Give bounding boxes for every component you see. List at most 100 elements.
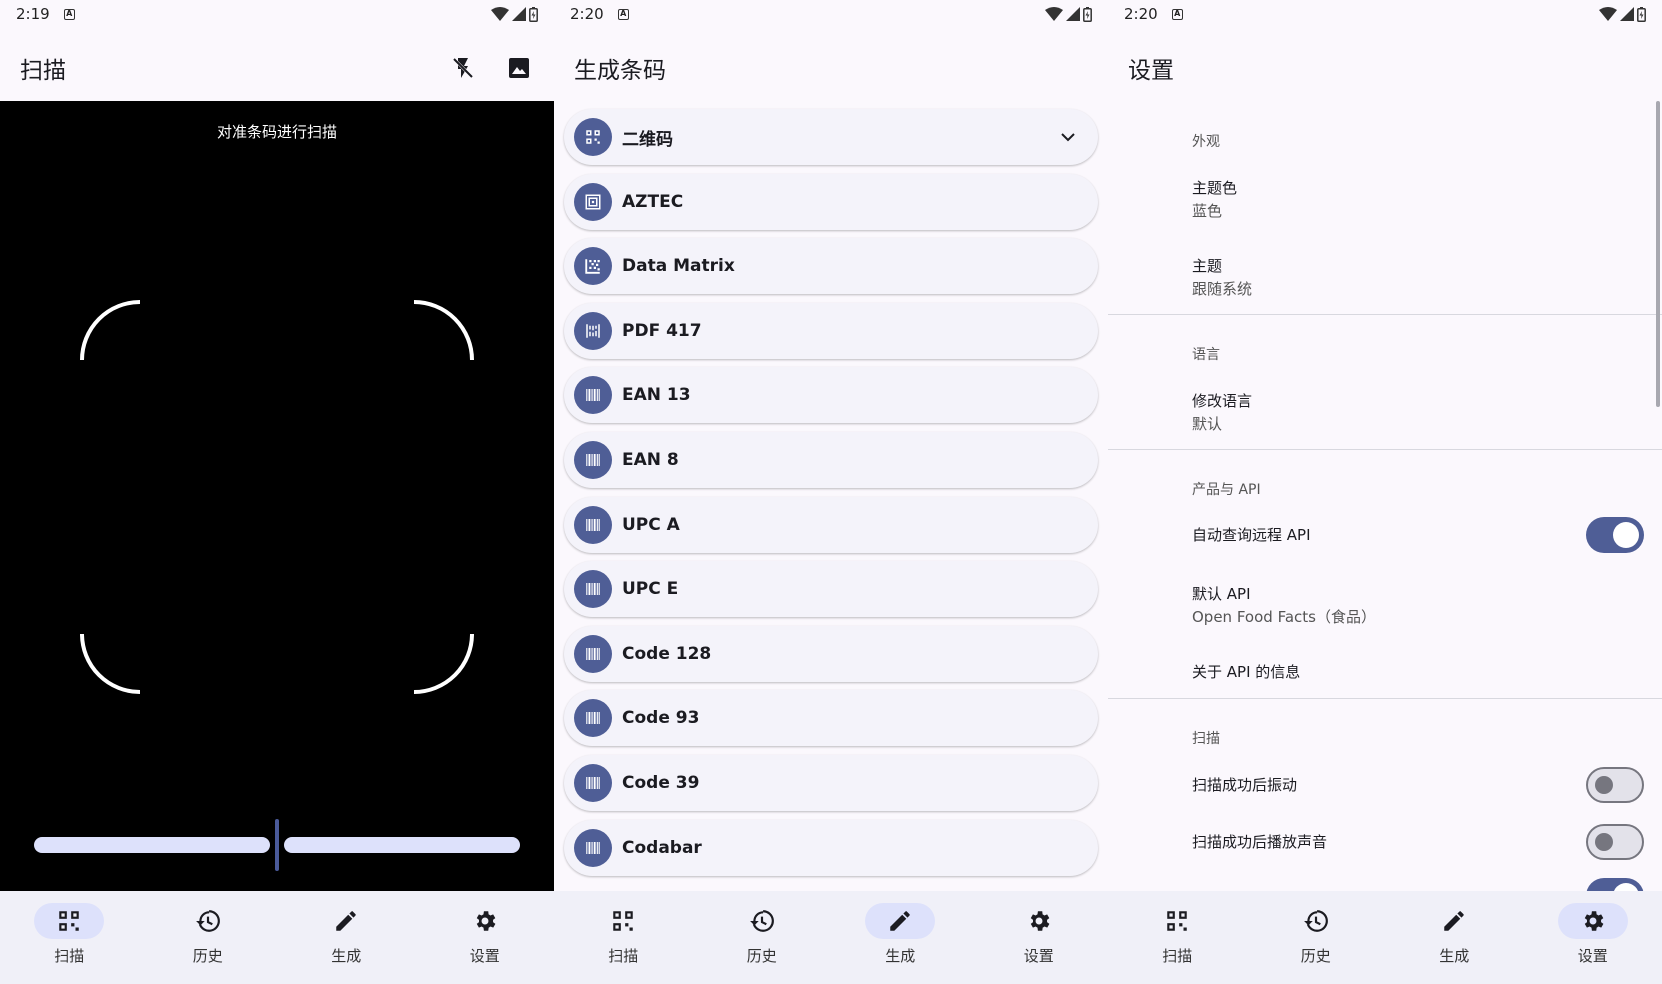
setting-vibrate[interactable]: 扫描成功后振动 [1108,757,1662,813]
notification-icon: A [617,8,629,20]
format-item-code39[interactable]: Code 39 [564,754,1098,811]
sound-switch[interactable] [1586,824,1644,860]
app-bar: 生成条码 [554,36,1108,100]
barcode-icon [586,518,600,531]
wifi-icon [1045,7,1063,21]
section-header-language: 语言 [1192,347,1220,363]
auto-query-api-switch[interactable] [1586,517,1644,553]
nav-generate[interactable]: 生成 [277,891,416,984]
bottom-nav: 扫描 历史 生成 设置 [1108,891,1662,984]
nav-settings[interactable]: 设置 [970,891,1109,984]
nav-indicator [1004,903,1074,939]
scan-frame [80,300,474,694]
nav-generate[interactable]: 生成 [1385,891,1524,984]
setting-auto-query-api[interactable]: 自动查询远程 API [1108,507,1662,563]
barcode-icon [586,776,600,789]
flash-toggle-button[interactable] [448,53,478,83]
nav-label: 历史 [746,947,777,965]
format-badge [574,699,612,738]
app-bar: 设置 [1108,36,1662,100]
nav-scan[interactable]: 扫描 [1108,891,1247,984]
nav-history[interactable]: 历史 [139,891,278,984]
nav-indicator [588,903,658,939]
nav-history[interactable]: 历史 [693,891,832,984]
section-header-api: 产品与 API [1192,482,1261,498]
setting-value: 蓝色 [1192,202,1223,220]
nav-label: 设置 [1023,947,1054,965]
setting-about-api[interactable]: 关于 API 的信息 [1108,661,1662,683]
camera-preview[interactable]: 对准条码进行扫描 [0,101,554,891]
nav-scan[interactable]: 扫描 [554,891,693,984]
nav-generate[interactable]: 生成 [831,891,970,984]
format-label: PDF 417 [622,320,702,341]
history-icon [195,910,220,932]
format-item-qr[interactable]: 二维码 [564,109,1098,165]
format-item-pdf417[interactable]: PDF 417 [564,302,1098,359]
nav-history[interactable]: 历史 [1247,891,1386,984]
setting-theme[interactable]: 主题 跟随系统 [1108,255,1662,299]
nav-label: 历史 [192,947,223,965]
setting-sound[interactable]: 扫描成功后播放声音 [1108,814,1662,870]
page-title: 生成条码 [574,58,666,84]
format-label: UPC E [622,579,679,600]
chevron-down-icon [1061,133,1075,142]
zoom-thumb[interactable] [275,819,279,871]
divider [1108,449,1662,450]
nav-indicator [1142,903,1212,939]
nav-scan[interactable]: 扫描 [0,891,139,984]
setting-title: 自动查询远程 API [1192,526,1311,544]
zoom-track-left [34,837,270,853]
format-item-upca[interactable]: UPC A [564,496,1098,553]
format-item-ean13[interactable]: EAN 13 [564,367,1098,424]
scrollbar[interactable] [1656,101,1660,407]
format-item-code93[interactable]: Code 93 [564,690,1098,747]
format-item-codabar[interactable]: Codabar [564,819,1098,876]
nav-indicator [450,903,520,939]
format-badge [574,311,612,350]
format-item-aztec[interactable]: AZTEC [564,173,1098,230]
format-badge [574,505,612,544]
setting-default-api[interactable]: 默认 API Open Food Facts（食品） [1108,583,1662,627]
nav-indicator [311,903,381,939]
setting-title: 扫描成功后播放声音 [1192,833,1328,851]
format-item-upce[interactable]: UPC E [564,561,1098,618]
page-title: 设置 [1128,58,1174,84]
format-label: UPC A [622,514,680,535]
data-matrix-icon [585,259,600,274]
barcode-format-list: 二维码 AZTEC Data Matrix PDF 417 EAN 13 EAN… [564,109,1098,884]
qr-scan-icon [613,911,633,931]
pick-image-button[interactable] [504,53,534,83]
nav-label: 设置 [469,947,500,965]
status-time: 2:19 [16,5,50,23]
format-badge [574,570,612,609]
setting-title: 主题 [1192,257,1223,275]
nav-indicator [1419,903,1489,939]
barcode-icon [586,647,600,660]
format-label: Codabar [622,837,702,858]
format-item-data-matrix[interactable]: Data Matrix [564,238,1098,295]
gear-icon [476,911,496,931]
format-item-ean8[interactable]: EAN 8 [564,431,1098,488]
setting-title: 关于 API 的信息 [1192,663,1301,681]
nav-indicator [1557,903,1628,939]
nav-label: 历史 [1300,947,1331,965]
battery-icon [529,6,538,22]
setting-change-language[interactable]: 修改语言 默认 [1108,390,1662,434]
nav-settings[interactable]: 设置 [416,891,555,984]
zoom-slider[interactable] [34,819,520,871]
format-badge [574,828,612,867]
status-icons [1045,6,1092,22]
setting-title: 主题色 [1192,179,1238,197]
nav-settings[interactable]: 设置 [1524,891,1662,984]
format-item-code128[interactable]: Code 128 [564,625,1098,682]
format-badge [574,376,612,415]
frame-corner-tr [413,300,474,361]
page-title: 扫描 [20,58,66,84]
nav-label: 设置 [1577,947,1608,965]
format-label: EAN 13 [622,385,691,406]
vibrate-switch[interactable] [1586,767,1644,803]
pencil-icon [336,911,356,931]
format-badge [574,763,612,802]
setting-theme-color[interactable]: 主题色 蓝色 [1108,177,1662,221]
wifi-icon [1599,7,1617,21]
